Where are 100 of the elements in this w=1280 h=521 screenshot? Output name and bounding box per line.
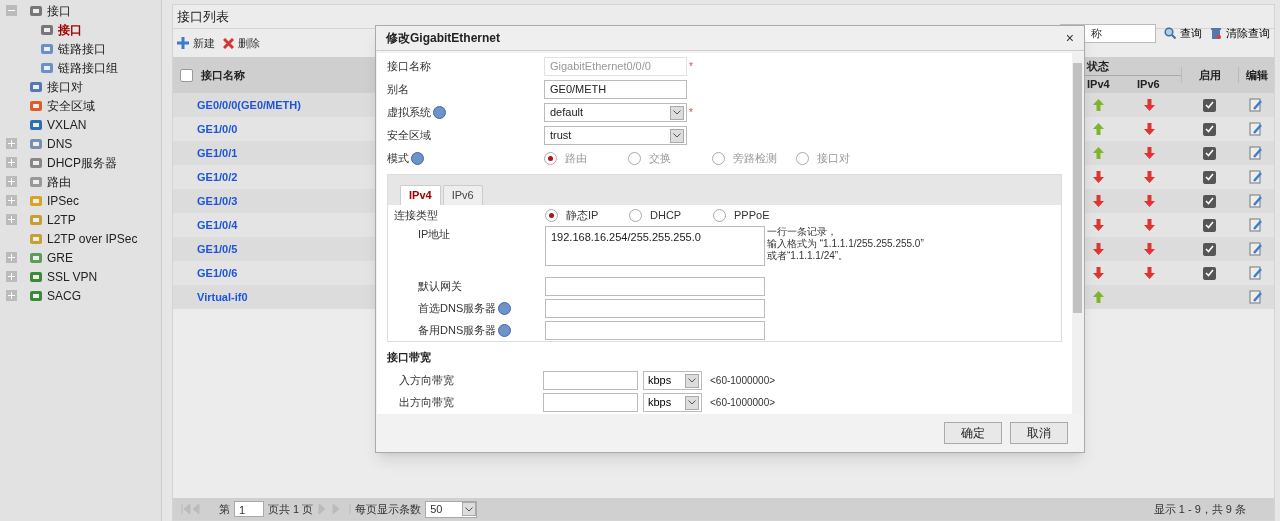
field-label: 连接类型 xyxy=(394,208,439,224)
tree-item[interactable]: SSL VPN xyxy=(47,267,98,286)
checkbox[interactable] xyxy=(1203,122,1216,136)
field-label: 入方向带宽 xyxy=(399,373,455,389)
new-button[interactable]: 新建 xyxy=(177,34,215,52)
tree-item[interactable]: IPSec xyxy=(47,191,79,210)
clear-search-button[interactable]: 清除查询 xyxy=(1210,24,1270,42)
tree-item[interactable]: 链路接口组 xyxy=(58,58,118,77)
radio-button[interactable] xyxy=(545,209,558,222)
expand-toggle-icon[interactable] xyxy=(6,176,17,187)
tree-item[interactable]: 接口对 xyxy=(47,77,83,96)
expand-toggle-icon[interactable] xyxy=(6,271,17,282)
tree-item[interactable]: 路由 xyxy=(47,172,71,191)
checkbox[interactable] xyxy=(1203,218,1216,232)
expand-toggle-icon[interactable] xyxy=(6,157,17,168)
text-field[interactable] xyxy=(545,298,765,318)
field-label: 别名 xyxy=(387,82,410,98)
cancel-button[interactable]: 取消 xyxy=(1010,422,1068,444)
module-icon xyxy=(29,212,43,227)
scrollbar[interactable] xyxy=(1072,53,1083,414)
edit-icon[interactable] xyxy=(1249,194,1263,208)
range-hint: <60-1000000> xyxy=(710,374,776,388)
radio-label: 路由 xyxy=(565,151,587,167)
checkbox[interactable] xyxy=(1203,266,1216,280)
tree-item[interactable]: VXLAN xyxy=(47,115,87,134)
bandwidth-field[interactable] xyxy=(543,371,638,390)
tree-item[interactable]: DHCP服务器 xyxy=(47,153,117,172)
expand-toggle-icon[interactable] xyxy=(6,252,17,263)
help-icon[interactable] xyxy=(433,106,446,119)
edit-icon[interactable] xyxy=(1249,242,1263,256)
radio-button[interactable] xyxy=(713,209,726,222)
module-icon xyxy=(40,60,54,75)
expand-toggle-icon[interactable] xyxy=(6,195,17,206)
page-label: 第 xyxy=(219,501,230,517)
checkbox[interactable] xyxy=(1203,146,1216,160)
text-field[interactable] xyxy=(545,276,765,296)
tree-item[interactable]: DNS xyxy=(47,134,73,153)
checkbox[interactable] xyxy=(1203,194,1216,208)
expand-toggle-icon[interactable] xyxy=(6,214,17,225)
module-icon xyxy=(29,288,43,303)
module-icon xyxy=(29,250,43,265)
text-field[interactable] xyxy=(545,320,765,340)
unit-select[interactable]: kbps xyxy=(643,393,702,412)
module-icon xyxy=(40,22,54,37)
tree-item[interactable]: L2TP xyxy=(47,210,76,229)
ip-address-field[interactable]: 192.168.16.254/255.255.255.0 xyxy=(545,226,765,266)
module-icon xyxy=(29,231,43,246)
page-field[interactable]: 1 xyxy=(234,501,264,517)
dialog-title: 修改GigabitEthernet xyxy=(386,30,500,47)
checkbox[interactable] xyxy=(1203,98,1216,112)
edit-icon[interactable] xyxy=(1249,170,1263,184)
edit-icon[interactable] xyxy=(1249,218,1263,232)
field-label: 首选DNS服务器 xyxy=(418,299,545,317)
radio-label: 旁路检测 xyxy=(733,151,777,167)
edit-icon[interactable] xyxy=(1249,266,1263,280)
search-button[interactable]: 查询 xyxy=(1164,24,1202,42)
tree-item[interactable]: L2TP over IPSec xyxy=(47,229,138,248)
per-page-select[interactable]: 50 xyxy=(425,500,478,518)
select-field[interactable]: trust xyxy=(544,126,687,145)
edit-icon[interactable] xyxy=(1249,98,1263,112)
expand-toggle-icon[interactable] xyxy=(6,290,17,301)
tree-item[interactable]: 安全区域 xyxy=(47,96,95,115)
radio-button[interactable] xyxy=(629,209,642,222)
delete-button[interactable]: 删除 xyxy=(223,34,260,52)
tree-item[interactable]: 接口 xyxy=(58,20,82,39)
field-label: 虚拟系统 xyxy=(387,104,544,121)
field-label: IP地址 xyxy=(418,227,452,242)
expand-toggle-icon[interactable] xyxy=(6,138,17,149)
help-icon[interactable] xyxy=(498,323,512,337)
select-field[interactable]: default xyxy=(544,103,687,122)
field-label: 接口名称 xyxy=(387,59,432,75)
help-icon[interactable] xyxy=(498,301,512,315)
confirm-button[interactable]: 确定 xyxy=(944,422,1002,444)
checkbox[interactable] xyxy=(1203,242,1216,256)
tree-item[interactable]: SACG xyxy=(47,286,81,305)
radio-label: DHCP xyxy=(650,208,682,224)
field-label: 模式 xyxy=(387,150,544,167)
edit-icon[interactable] xyxy=(1249,290,1263,304)
tab[interactable]: IPv6 xyxy=(442,185,483,205)
column-header: IPv4 xyxy=(1086,76,1111,92)
tree-item[interactable]: 接口 xyxy=(47,1,71,20)
per-page-label: 每页显示条数 xyxy=(355,501,422,517)
caret-icon xyxy=(685,373,699,388)
trash-icon xyxy=(1210,27,1222,39)
edit-icon[interactable] xyxy=(1249,146,1263,160)
unit-select[interactable]: kbps xyxy=(643,371,702,390)
tree-item[interactable]: GRE xyxy=(47,248,73,267)
close-button[interactable]: × xyxy=(1065,31,1074,45)
tree-item[interactable]: 链路接口 xyxy=(58,39,106,58)
edit-icon[interactable] xyxy=(1249,122,1263,136)
required-mark: * xyxy=(689,60,693,74)
text-field[interactable]: GE0/METH xyxy=(544,80,687,99)
checkbox[interactable] xyxy=(1203,170,1216,184)
tab[interactable]: IPv4 xyxy=(400,185,441,205)
module-icon xyxy=(29,117,43,132)
required-mark: * xyxy=(689,106,693,120)
page-total: 页共 1 页 xyxy=(268,501,314,517)
collapse-toggle-icon[interactable] xyxy=(6,5,17,16)
checkbox[interactable] xyxy=(180,68,193,82)
bandwidth-field[interactable] xyxy=(543,393,638,412)
